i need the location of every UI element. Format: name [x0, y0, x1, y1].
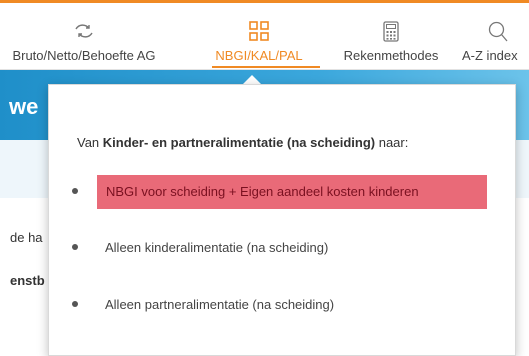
menu-item-label: Alleen kinderalimentatie (na scheiding) [105, 240, 329, 255]
nav-item-bruto-netto[interactable]: Bruto/Netto/Behoefte AG [0, 21, 170, 69]
menu-item-alleen-kinderalimentatie[interactable]: Alleen kinderalimentatie (na scheiding) [49, 231, 515, 265]
bullet-icon [72, 301, 78, 307]
menu-item-alleen-partneralimentatie[interactable]: Alleen partneralimentatie (na scheiding) [49, 288, 515, 322]
intro-suffix: naar: [375, 135, 409, 150]
grid-icon [198, 21, 320, 43]
nav-label: A-Z index [462, 48, 518, 63]
nav-label: NBGI/KAL/PAL [215, 48, 303, 63]
nav-label: Bruto/Netto/Behoefte AG [12, 48, 156, 63]
nav-item-rekenmethodes[interactable]: Rekenmethodes [328, 21, 454, 69]
bullet-icon [72, 188, 78, 194]
top-navigation: Bruto/Netto/Behoefte AG NBGI/KAL/PAL Rek… [0, 3, 529, 70]
nav-item-nbgi-kal-pal[interactable]: NBGI/KAL/PAL [198, 21, 320, 69]
intro-prefix: Van [77, 135, 103, 150]
menu-item-nbgi-eigen-aandeel[interactable]: NBGI voor scheiding + Eigen aandeel kost… [49, 175, 515, 209]
background-text-fragment-bold: enstb [10, 273, 45, 288]
active-tab-indicator [212, 66, 320, 68]
background-text-fragment: de ha [10, 230, 43, 245]
transfer-arrows-icon [0, 21, 170, 43]
nbgi-dropdown-menu: Van Kinder- en partneralimentatie (na sc… [48, 84, 516, 356]
search-icon [488, 21, 529, 43]
bullet-icon [72, 244, 78, 250]
menu-item-label: Alleen partneralimentatie (na scheiding) [105, 297, 335, 312]
hero-heading-fragment: we [9, 94, 39, 119]
calculator-icon [328, 21, 454, 43]
nav-label: Rekenmethodes [343, 48, 439, 63]
menu-item-label: NBGI voor scheiding + Eigen aandeel kost… [106, 184, 419, 199]
dropdown-intro: Van Kinder- en partneralimentatie (na sc… [77, 135, 408, 150]
intro-bold: Kinder- en partneralimentatie (na scheid… [102, 135, 376, 150]
nav-item-a-z-index[interactable]: A-Z index [462, 21, 529, 69]
